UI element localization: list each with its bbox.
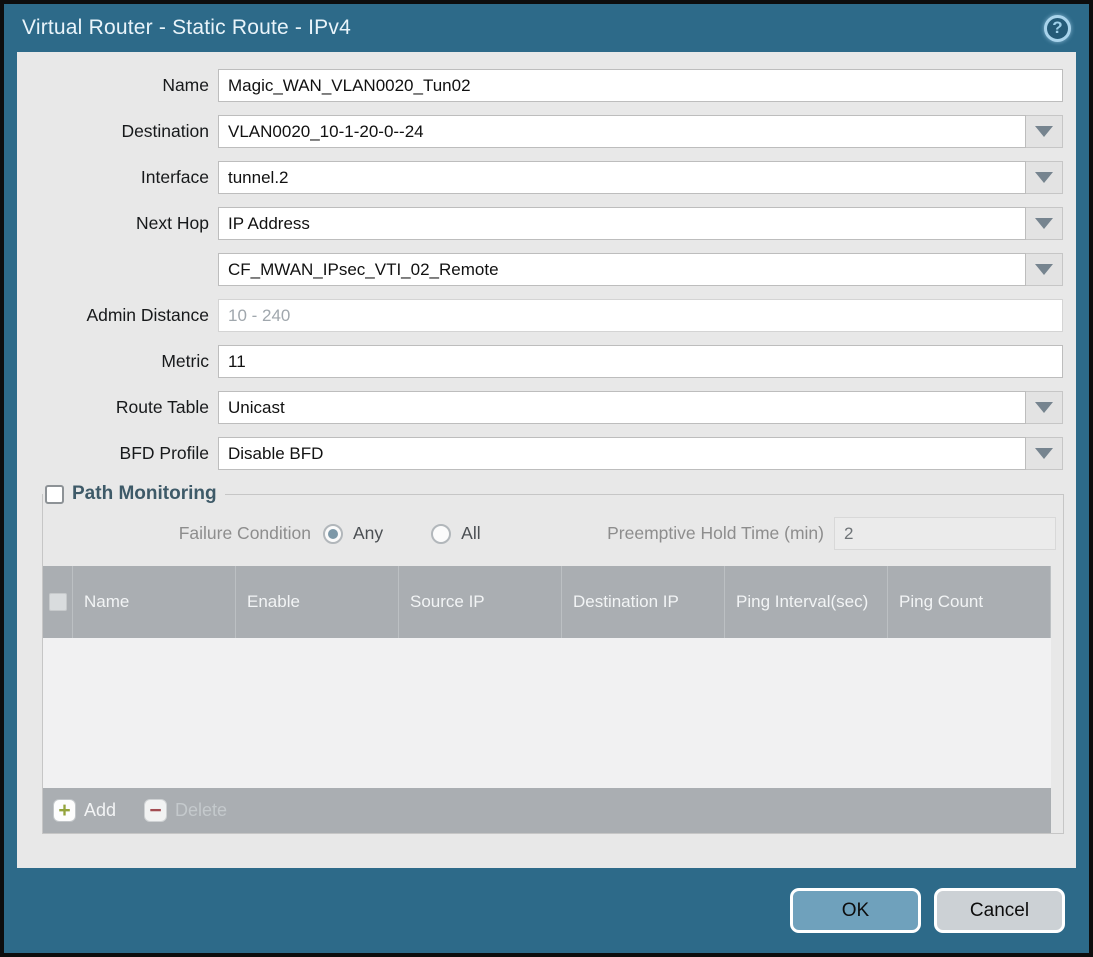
table-header-source-ip: Source IP xyxy=(399,566,562,638)
interface-dropdown-button[interactable] xyxy=(1026,161,1063,194)
form-row-destination: Destination xyxy=(17,115,1076,148)
next-hop-dropdown-button[interactable] xyxy=(1026,207,1063,240)
failure-condition-any-radio xyxy=(323,524,343,544)
dialog-window: Virtual Router - Static Route - IPv4 ? N… xyxy=(0,0,1093,957)
interface-input[interactable] xyxy=(218,161,1026,194)
table-header: Name Enable Source IP Destination IP Pin… xyxy=(43,566,1051,638)
add-button[interactable]: + Add xyxy=(53,799,116,822)
path-monitoring-title: Path Monitoring xyxy=(72,483,217,505)
failure-condition-all-radio xyxy=(431,524,451,544)
path-monitoring-legend: Path Monitoring xyxy=(43,483,225,505)
chevron-down-icon xyxy=(1035,264,1053,275)
failure-condition-all-label: All xyxy=(461,523,480,544)
next-hop-address-input[interactable] xyxy=(218,253,1026,286)
table-header-name: Name xyxy=(73,566,236,638)
route-table-dropdown-button[interactable] xyxy=(1026,391,1063,424)
admin-distance-label: Admin Distance xyxy=(17,305,209,326)
chevron-down-icon xyxy=(1035,126,1053,137)
plus-icon: + xyxy=(53,799,76,822)
destination-label: Destination xyxy=(17,121,209,142)
metric-input[interactable] xyxy=(218,345,1063,378)
interface-label: Interface xyxy=(17,167,209,188)
delete-button: − Delete xyxy=(144,799,227,822)
form-row-next-hop: Next Hop xyxy=(17,207,1076,240)
table-toolbar: + Add − Delete xyxy=(43,788,1051,833)
table-header-ping-count: Ping Count xyxy=(888,566,1051,638)
form-row-metric: Metric xyxy=(17,345,1076,378)
form-row-name: Name xyxy=(17,69,1076,102)
admin-distance-input[interactable] xyxy=(218,299,1063,332)
table-header-select-all xyxy=(43,566,73,638)
bfd-profile-dropdown-button[interactable] xyxy=(1026,437,1063,470)
next-hop-label: Next Hop xyxy=(17,213,209,234)
minus-icon: − xyxy=(144,799,167,822)
failure-condition-row: Failure Condition Any All Preemptive Hol… xyxy=(43,505,1063,564)
failure-condition-any-label: Any xyxy=(353,523,383,544)
ok-button[interactable]: OK xyxy=(790,888,921,933)
table-header-ping-interval: Ping Interval(sec) xyxy=(725,566,888,638)
failure-condition-label: Failure Condition xyxy=(43,523,311,544)
dialog-footer: OK Cancel xyxy=(4,868,1089,953)
bfd-profile-label: BFD Profile xyxy=(17,443,209,464)
route-table-label: Route Table xyxy=(17,397,209,418)
cancel-button[interactable]: Cancel xyxy=(934,888,1065,933)
route-table-input[interactable] xyxy=(218,391,1026,424)
select-all-checkbox xyxy=(49,593,67,611)
add-button-label: Add xyxy=(84,800,116,821)
table-header-enable: Enable xyxy=(236,566,399,638)
name-input[interactable] xyxy=(218,69,1063,102)
chevron-down-icon xyxy=(1035,172,1053,183)
form-row-route-table: Route Table xyxy=(17,391,1076,424)
table-header-destination-ip: Destination IP xyxy=(562,566,725,638)
path-monitoring-table: Name Enable Source IP Destination IP Pin… xyxy=(43,566,1051,833)
form-row-bfd-profile: BFD Profile xyxy=(17,437,1076,470)
bfd-profile-input[interactable] xyxy=(218,437,1026,470)
table-body-empty xyxy=(43,638,1051,788)
form-row-interface: Interface xyxy=(17,161,1076,194)
preemptive-hold-label: Preemptive Hold Time (min) xyxy=(481,523,824,544)
preemptive-hold-input xyxy=(834,517,1056,550)
dialog-titlebar: Virtual Router - Static Route - IPv4 ? xyxy=(4,4,1089,52)
delete-button-label: Delete xyxy=(175,800,227,821)
chevron-down-icon xyxy=(1035,218,1053,229)
form-row-next-hop-address xyxy=(17,253,1076,286)
help-icon[interactable]: ? xyxy=(1044,15,1071,42)
dialog-title: Virtual Router - Static Route - IPv4 xyxy=(22,16,1044,40)
destination-input[interactable] xyxy=(218,115,1026,148)
path-monitoring-checkbox[interactable] xyxy=(45,485,64,504)
dialog-content: Name Destination Interface Next Hop xyxy=(17,52,1076,868)
name-label: Name xyxy=(17,75,209,96)
metric-label: Metric xyxy=(17,351,209,372)
form-row-admin-distance: Admin Distance xyxy=(17,299,1076,332)
chevron-down-icon xyxy=(1035,402,1053,413)
path-monitoring-section: Path Monitoring Failure Condition Any Al… xyxy=(42,483,1064,834)
destination-dropdown-button[interactable] xyxy=(1026,115,1063,148)
chevron-down-icon xyxy=(1035,448,1053,459)
next-hop-address-dropdown-button[interactable] xyxy=(1026,253,1063,286)
next-hop-type-input[interactable] xyxy=(218,207,1026,240)
